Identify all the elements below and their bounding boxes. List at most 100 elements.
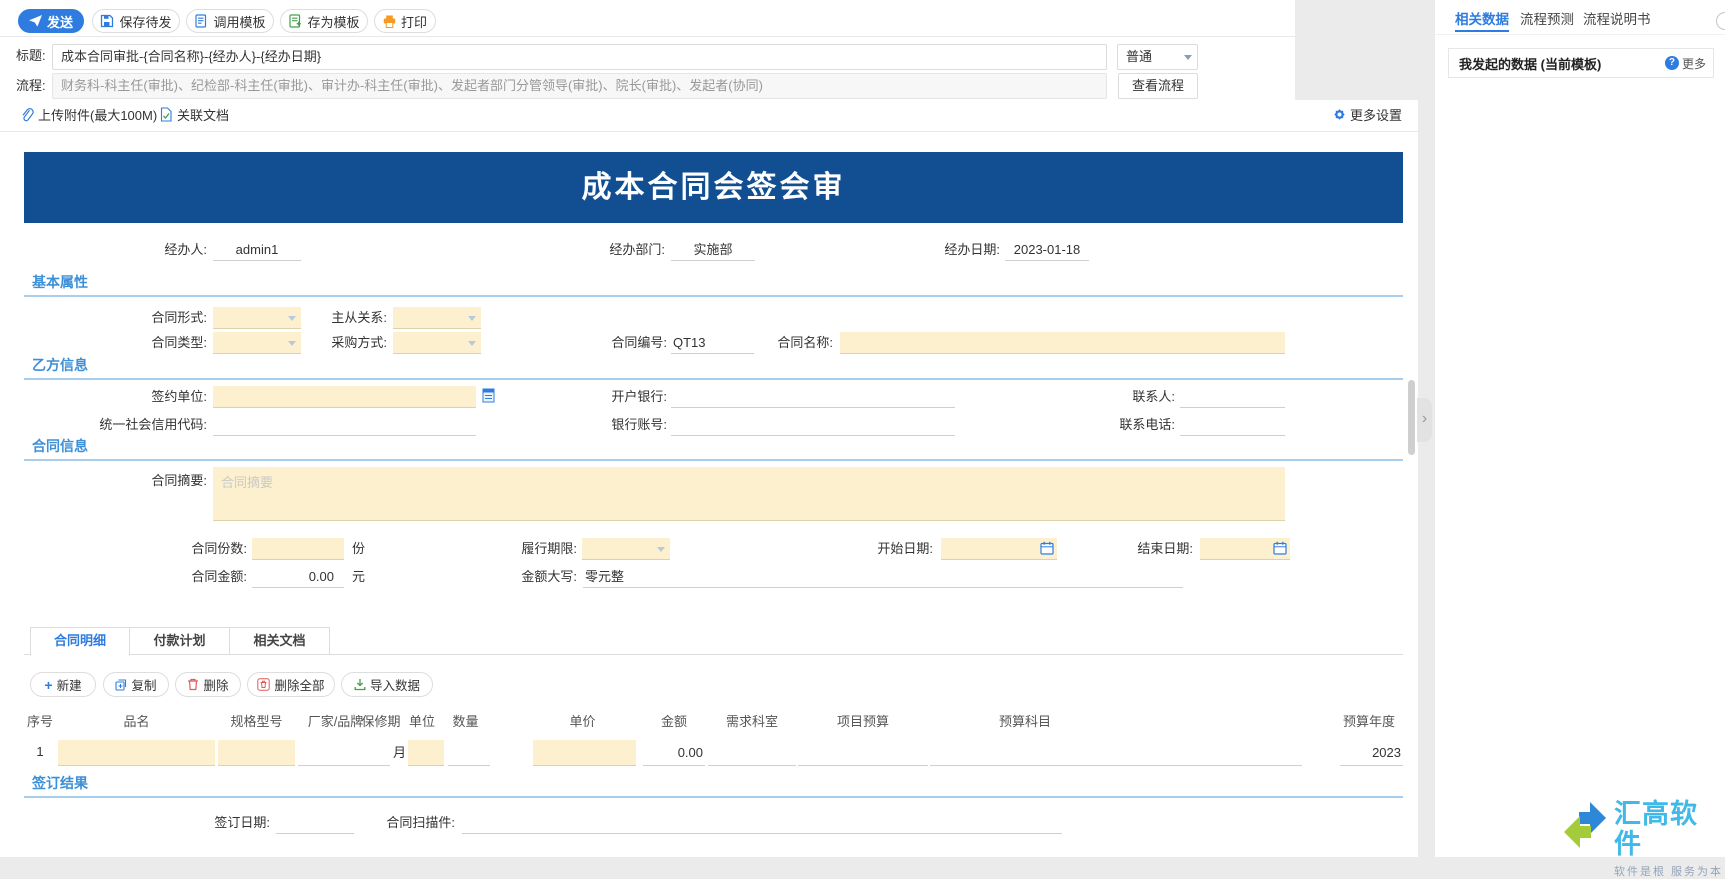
dept-label: 经办部门: — [485, 239, 665, 261]
save-draft-label: 保存待发 — [119, 12, 171, 31]
amount-cn-field[interactable]: 零元整 — [583, 566, 1183, 588]
trash-all-icon — [257, 678, 270, 691]
send-button[interactable]: 发送 — [18, 9, 84, 33]
contact-field[interactable] — [1180, 386, 1285, 408]
amount-label: 合同金额: — [67, 566, 247, 588]
sidebar-panel: 相关数据 流程预测 流程说明书 我发起的数据 (当前模板) ? 更多 汇高软件 … — [1435, 0, 1725, 857]
term-select[interactable] — [582, 538, 670, 560]
col-price: 单价 — [525, 712, 640, 732]
calendar-icon[interactable] — [1273, 541, 1287, 555]
row-budget-year-field[interactable]: 2023 — [1340, 740, 1403, 766]
sidebar-tab-flow-forecast[interactable]: 流程预测 — [1520, 8, 1574, 28]
copies-field[interactable] — [252, 538, 344, 560]
printer-icon — [383, 15, 396, 28]
save-as-template-button[interactable]: 存为模板 — [280, 9, 368, 33]
template-save-icon — [288, 14, 302, 28]
end-date-label: 结束日期: — [1013, 538, 1193, 560]
agent-field[interactable]: admin1 — [213, 239, 301, 261]
phone-field[interactable] — [1180, 414, 1285, 436]
section-basic-line — [24, 295, 1403, 297]
purchase-method-select[interactable] — [393, 332, 481, 354]
chevron-down-icon — [1184, 55, 1192, 60]
col-project-budget: 项目预算 — [798, 712, 928, 732]
summary-textarea[interactable]: 合同摘要 — [213, 467, 1285, 521]
copy-row-label: 复制 — [131, 675, 156, 694]
col-amount: 金额 — [643, 712, 705, 732]
view-flow-button[interactable]: 查看流程 — [1118, 73, 1198, 99]
flow-label: 流程: — [16, 75, 50, 97]
use-template-label: 调用模板 — [213, 12, 265, 31]
row-price-field[interactable] — [533, 740, 636, 766]
credit-code-field[interactable] — [213, 414, 476, 436]
print-button[interactable]: 打印 — [374, 9, 436, 33]
row-qty-field[interactable] — [448, 740, 490, 766]
col-budget-year: 预算年度 — [1335, 712, 1403, 732]
tab-related-docs[interactable]: 相关文档 — [229, 627, 330, 655]
flow-input[interactable]: 财务科-科主任(审批)、纪检部-科主任(审批)、审计办-科主任(审批)、发起者部… — [52, 73, 1107, 99]
sidebar-collapse-handle[interactable]: › — [1417, 398, 1432, 442]
contract-type-label: 合同类型: — [27, 332, 207, 354]
use-template-button[interactable]: 调用模板 — [186, 9, 274, 33]
save-draft-button[interactable]: 保存待发 — [92, 9, 180, 33]
row-dept-need-field[interactable] — [708, 740, 796, 766]
title-input[interactable]: 成本合同审批-{合同名称}-{经办人}-{经办日期} — [52, 44, 1107, 70]
section-contract-title: 合同信息 — [32, 436, 88, 456]
my-data-panel: 我发起的数据 (当前模板) ? 更多 — [1448, 48, 1714, 78]
col-warranty: 保修期 — [361, 712, 401, 732]
row-seq: 1 — [25, 741, 55, 763]
help-icon[interactable]: ? — [1665, 56, 1679, 70]
brand-slogan: 软件是根 服务为本 — [1614, 863, 1725, 879]
form-banner: 成本合同会签会审 — [24, 152, 1403, 223]
master-slave-select[interactable] — [393, 307, 481, 329]
add-row-label: 新建 — [57, 675, 82, 694]
amount-field[interactable]: 0.00 — [252, 566, 344, 588]
more-settings-label: 更多设置 — [1350, 108, 1402, 123]
toolbar-gap — [1295, 0, 1418, 100]
copy-row-button[interactable]: 复制 — [103, 672, 169, 697]
col-budget-subject: 预算科目 — [930, 712, 1120, 732]
row-spec-field[interactable] — [218, 740, 295, 766]
sidebar-tab-related-data[interactable]: 相关数据 — [1455, 8, 1509, 28]
link-document-link[interactable]: 关联文档 — [177, 105, 229, 127]
dept-field[interactable]: 实施部 — [671, 239, 755, 261]
save-as-template-label: 存为模板 — [307, 12, 359, 31]
floppy-icon — [100, 14, 114, 28]
row-product-field[interactable] — [58, 740, 215, 766]
end-date-field[interactable] — [1200, 538, 1290, 560]
brand-logo-icon — [1562, 799, 1608, 851]
bank-field[interactable] — [671, 386, 955, 408]
col-spec: 规格型号 — [218, 712, 295, 732]
upload-attachment-link[interactable]: 上传附件(最大100M) — [38, 105, 157, 127]
tab-contract-detail[interactable]: 合同明细 — [30, 627, 130, 656]
tab-payment-plan[interactable]: 付款计划 — [129, 627, 230, 655]
scan-field[interactable] — [462, 812, 1062, 834]
plus-icon: + — [44, 677, 52, 693]
date-field[interactable]: 2023-01-18 — [1005, 239, 1089, 261]
col-dept-need: 需求科室 — [708, 712, 796, 732]
chevron-right-icon: › — [1422, 410, 1427, 427]
import-data-button[interactable]: 导入数据 — [341, 672, 433, 697]
contract-name-field[interactable] — [840, 332, 1285, 354]
sign-unit-field[interactable] — [213, 386, 476, 408]
vertical-scrollbar-thumb[interactable] — [1408, 380, 1415, 455]
bank-account-field[interactable] — [671, 414, 955, 436]
sidebar-tab-flow-manual[interactable]: 流程说明书 — [1583, 8, 1651, 28]
trash-icon — [187, 678, 199, 691]
row-warranty-field[interactable] — [361, 740, 390, 766]
more-settings-link[interactable]: 更多设置 — [1350, 105, 1402, 127]
title-label: 标题: — [16, 45, 50, 67]
priority-select[interactable]: 普通 — [1117, 44, 1198, 70]
row-amount-field[interactable]: 0.00 — [643, 740, 705, 766]
delete-all-button[interactable]: 删除全部 — [247, 672, 335, 697]
row-budget-subject-field[interactable] — [930, 740, 1302, 766]
add-row-button[interactable]: + 新建 — [30, 672, 96, 697]
row-project-budget-field[interactable] — [798, 740, 928, 766]
edge-circle-button[interactable] — [1716, 12, 1725, 30]
row-unit-field[interactable] — [408, 740, 444, 766]
more-link[interactable]: 更多 — [1682, 55, 1713, 72]
bank-account-label: 银行账号: — [487, 414, 667, 436]
my-data-title: 我发起的数据 (当前模板) — [1449, 54, 1665, 73]
amount-unit: 元 — [352, 566, 365, 588]
scan-label: 合同扫描件: — [275, 812, 455, 834]
delete-row-button[interactable]: 删除 — [175, 672, 241, 697]
